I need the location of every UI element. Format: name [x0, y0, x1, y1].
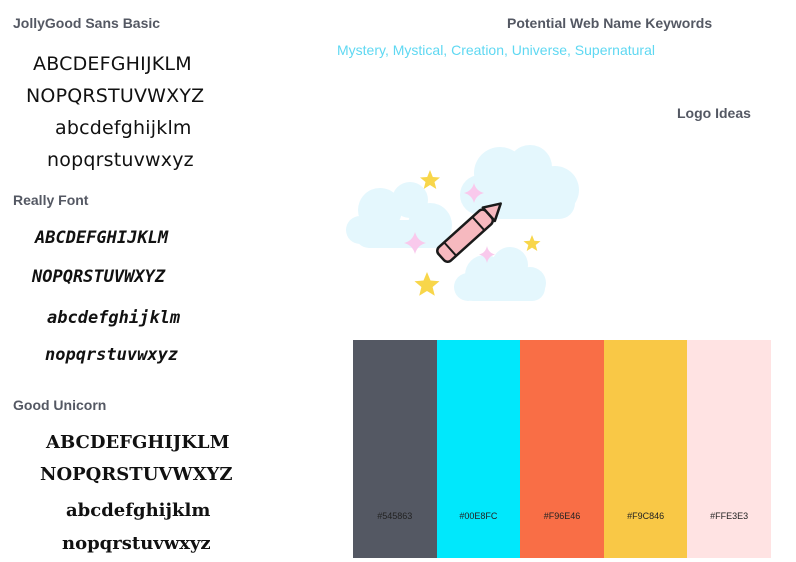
- logo-heading: Logo Ideas: [677, 105, 751, 121]
- swatch-hex-label: #F9C846: [627, 511, 665, 521]
- font-sample-uppercase-first: ABCDEFGHIJKLM: [46, 432, 230, 453]
- color-swatch-pink: #FFE3E3: [687, 340, 771, 558]
- cloud-icon: [346, 182, 452, 248]
- font-sample-lowercase-first: abcdefghijklm: [55, 117, 192, 139]
- font-heading-jollygood: JollyGood Sans Basic: [13, 15, 161, 31]
- swatch-hex-label: #00E8FC: [459, 511, 498, 521]
- font-sample-lowercase-first: abcdefghijklm: [47, 308, 181, 328]
- font-sample-lowercase-second: nopqrstuvwxyz: [47, 149, 194, 171]
- star-icon: [420, 170, 440, 189]
- swatch-hex-label: #F96E46: [543, 511, 581, 521]
- star-icon: [523, 235, 541, 251]
- cloud-icon: [460, 145, 579, 219]
- font-sample-lowercase-first: abcdefghijklm: [66, 500, 211, 521]
- keywords-list: Mystery, Mystical, Creation, Universe, S…: [337, 42, 655, 58]
- font-sample-uppercase-first: ABCDEFGHIJKLM: [33, 53, 192, 75]
- logo-illustration: [346, 145, 579, 301]
- font-sample-lowercase-second: nopqrstuvwxyz: [45, 345, 179, 365]
- color-palette: #545863 #00E8FC #F96E46 #F9C846 #FFE3E3: [353, 340, 771, 558]
- font-heading-really: Really Font: [13, 192, 89, 208]
- cloud-icon: [454, 247, 546, 301]
- font-heading-good-unicorn: Good Unicorn: [13, 397, 107, 413]
- font-sample-lowercase-second: nopqrstuvwxyz: [62, 533, 211, 554]
- font-sample-uppercase-second: NOPQRSTUVWXYZ: [32, 267, 166, 287]
- font-sample-uppercase-first: ABCDEFGHIJKLM: [35, 228, 169, 248]
- keywords-heading: Potential Web Name Keywords: [507, 15, 713, 31]
- color-swatch-orange: #F96E46: [520, 340, 604, 558]
- font-sample-uppercase-second: NOPQRSTUVWXYZ: [26, 85, 205, 107]
- color-swatch-cyan: #00E8FC: [436, 340, 521, 558]
- color-swatch-dark-gray: #545863: [353, 340, 437, 558]
- swatch-hex-label: #FFE3E3: [710, 511, 749, 521]
- star-icon: [414, 272, 440, 296]
- color-swatch-yellow: #F9C846: [603, 340, 688, 558]
- swatch-hex-label: #545863: [377, 511, 413, 521]
- font-sample-uppercase-second: NOPQRSTUVWXYZ: [40, 464, 233, 485]
